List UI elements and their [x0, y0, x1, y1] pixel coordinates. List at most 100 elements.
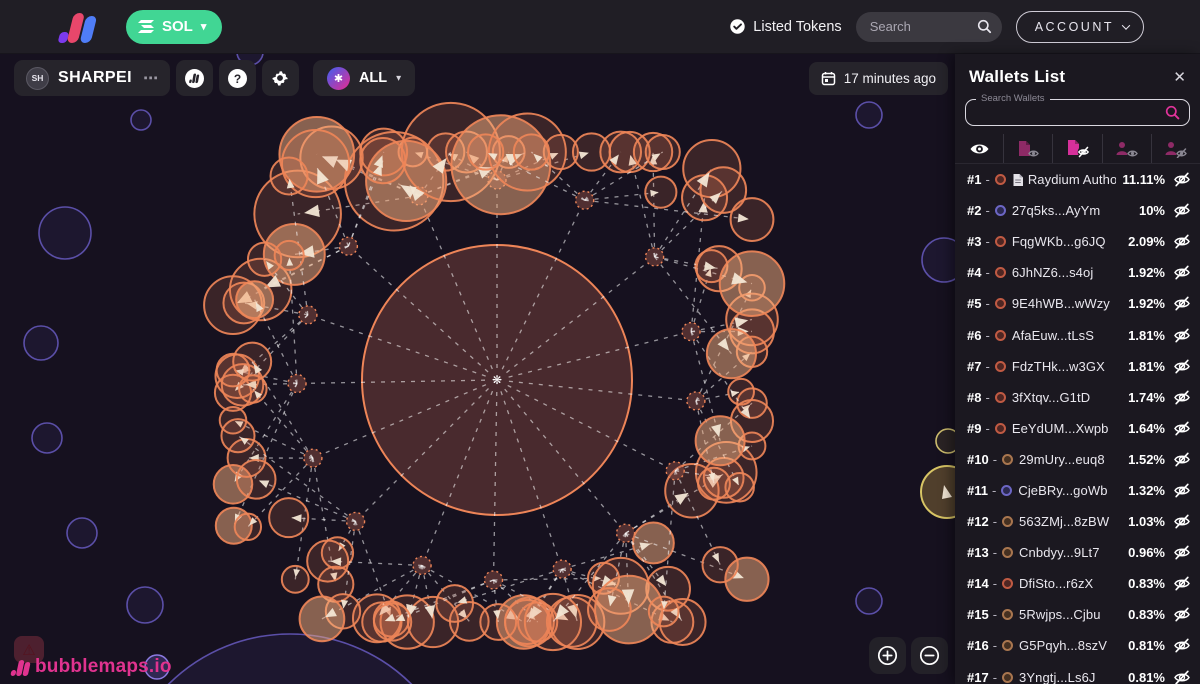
wallet-bubble[interactable]	[644, 175, 678, 209]
filter-exchanges-hidden-button[interactable]	[1150, 134, 1200, 163]
wallet-row[interactable]: #4 - 6JhNZ6...s4oj 1.92%	[955, 257, 1200, 288]
wallet-row[interactable]: #9 - EeYdUM...Xwpb 1.64%	[955, 413, 1200, 444]
wallet-bubble[interactable]	[233, 512, 263, 542]
wallet-bubble[interactable]	[235, 280, 275, 320]
wallet-bubble[interactable]	[467, 133, 505, 171]
wallet-bubble[interactable]	[523, 592, 583, 652]
eye-slash-icon[interactable]	[1173, 203, 1191, 218]
wallet-color-dot	[1002, 547, 1014, 559]
eye-slash-icon[interactable]	[1173, 172, 1191, 187]
wallet-bubble[interactable]	[232, 341, 273, 382]
wallet-row[interactable]: #10 - 29mUry...euq8 1.52%	[955, 444, 1200, 475]
filter-exchanges-visible-button[interactable]	[1101, 134, 1151, 163]
token-search-input[interactable]	[869, 19, 977, 34]
chain-selector-button[interactable]: SOL ▾	[126, 9, 223, 44]
wallet-row[interactable]: #14 - DfiSto...r6zX 0.83%	[955, 568, 1200, 599]
wallet-search-input[interactable]	[977, 105, 1165, 120]
wallet-row[interactable]: #17 - 3Yngtj...Ls6J 0.81%	[955, 662, 1200, 684]
wallet-bubble[interactable]	[306, 539, 350, 583]
last-updated-button[interactable]: 17 minutes ago	[808, 62, 948, 95]
wallet-percentage: 0.81%	[1128, 669, 1165, 684]
wallet-row[interactable]: #7 - FdzTHk...w3GX 1.81%	[955, 351, 1200, 382]
wallet-row[interactable]: #1 - Raydium Autho... 11.11%	[955, 164, 1200, 195]
filter-contracts-visible-button[interactable]	[1003, 134, 1052, 163]
eye-slash-icon[interactable]	[1173, 545, 1191, 560]
wallet-bubble[interactable]	[512, 133, 551, 171]
eye-slash-icon[interactable]	[1173, 359, 1191, 374]
eye-slash-icon[interactable]	[1173, 265, 1191, 280]
filter-contracts-hidden-button[interactable]	[1052, 134, 1101, 163]
wallet-row[interactable]: #6 - AfaEuw...tLsS 1.81%	[955, 319, 1200, 350]
wallet-bubble[interactable]	[599, 130, 643, 174]
close-icon[interactable]: ✕	[1173, 68, 1186, 86]
token-more-icon[interactable]: ⋯	[143, 69, 158, 87]
wallet-search[interactable]: Search Wallets	[965, 93, 1190, 126]
token-info-button[interactable]: SH SHARPEI ⋯	[14, 60, 170, 96]
wallet-row[interactable]: #13 - Cnbdyy...9Lt7 0.96%	[955, 537, 1200, 568]
eye-slash-icon[interactable]	[1173, 452, 1191, 467]
wallet-row[interactable]: #15 - 5Rwjps...Cjbu 0.83%	[955, 599, 1200, 630]
wallet-color-dot	[994, 174, 1006, 186]
help-button[interactable]: ?	[218, 60, 256, 96]
wallet-bubble[interactable]	[359, 127, 409, 177]
wallet-percentage: 11.11%	[1122, 172, 1165, 188]
wallet-rank: #16	[967, 638, 989, 654]
cluster-filter-dropdown[interactable]: ✱ ALL ▾	[312, 60, 416, 96]
solana-icon	[138, 20, 154, 33]
person-eye-icon	[1116, 141, 1138, 156]
wallet-bubble[interactable]	[435, 584, 475, 623]
wallet-bubble[interactable]	[269, 156, 309, 196]
bubblemaps-logo-icon[interactable]	[58, 9, 100, 45]
wallet-row[interactable]: #2 - 27q5ks...AyYm 10%	[955, 195, 1200, 226]
wallet-bubble[interactable]	[268, 497, 310, 539]
account-button[interactable]: ACCOUNT	[1015, 10, 1144, 43]
wallet-bubble[interactable]	[235, 459, 277, 500]
wallet-row[interactable]: #12 - 563ZMj...8zBW 1.03%	[955, 506, 1200, 537]
token-search[interactable]	[855, 11, 1002, 42]
zoom-out-button[interactable]	[911, 637, 948, 674]
magic-nodes-button[interactable]	[175, 60, 213, 96]
token-toolbar: SH SHARPEI ⋯ ? ✱ ALL ▾	[14, 60, 416, 96]
wallet-row[interactable]: #5 - 9E4hWB...wWzy 1.92%	[955, 288, 1200, 319]
wallet-row[interactable]: #3 - FqgWKb...g6JQ 2.09%	[955, 226, 1200, 257]
wallet-bubble[interactable]	[701, 546, 739, 584]
wallet-bubble[interactable]	[632, 521, 675, 565]
center-node-icon: ❋	[492, 373, 502, 387]
eye-slash-icon[interactable]	[1173, 576, 1191, 591]
wallet-bubble[interactable]	[694, 415, 746, 467]
wallet-rank: #10	[967, 451, 989, 467]
eye-slash-icon[interactable]	[1173, 390, 1191, 405]
settings-button[interactable]	[261, 60, 299, 96]
wallet-row[interactable]: #16 - G5Pqyh...8szV 0.81%	[955, 630, 1200, 661]
wallet-rank: #1	[967, 172, 982, 188]
wallet-bubble[interactable]	[298, 595, 346, 643]
eye-slash-icon[interactable]	[1173, 483, 1191, 498]
eye-slash-icon[interactable]	[1173, 296, 1191, 311]
wallet-rank: #13	[967, 545, 989, 561]
gear-icon	[272, 71, 289, 86]
eye-slash-icon[interactable]	[1173, 670, 1191, 684]
eye-slash-icon[interactable]	[1173, 514, 1191, 529]
wallet-row[interactable]: #8 - 3fXtqv...G1tD 1.74%	[955, 382, 1200, 413]
eye-slash-icon[interactable]	[1173, 328, 1191, 343]
eye-slash-icon[interactable]	[1173, 421, 1191, 436]
wallet-row[interactable]: #11 - CjeBRy...goWb 1.32%	[955, 475, 1200, 506]
wallet-bubble[interactable]	[647, 595, 680, 628]
wallet-rank: #5	[967, 296, 982, 312]
wallet-bubble[interactable]	[718, 250, 786, 317]
zoom-in-button[interactable]	[869, 637, 906, 674]
wallet-percentage: 1.92%	[1128, 296, 1165, 312]
wallet-bubble[interactable]	[729, 197, 775, 242]
wallet-color-dot	[994, 267, 1006, 279]
wallet-bubble[interactable]	[697, 466, 731, 501]
eye-slash-icon[interactable]	[1173, 234, 1191, 249]
eye-slash-icon[interactable]	[1173, 607, 1191, 622]
eye-slash-icon[interactable]	[1173, 638, 1191, 653]
listed-tokens-toggle[interactable]: Listed Tokens	[729, 18, 842, 35]
wallet-bubble[interactable]	[361, 601, 403, 643]
wallet-bubble[interactable]	[644, 133, 681, 171]
wallet-bubble[interactable]	[705, 328, 758, 380]
filter-show-all-button[interactable]	[955, 134, 1003, 163]
bubblemaps-wordmark-icon	[10, 660, 31, 676]
wallet-bubble[interactable]	[220, 418, 256, 454]
